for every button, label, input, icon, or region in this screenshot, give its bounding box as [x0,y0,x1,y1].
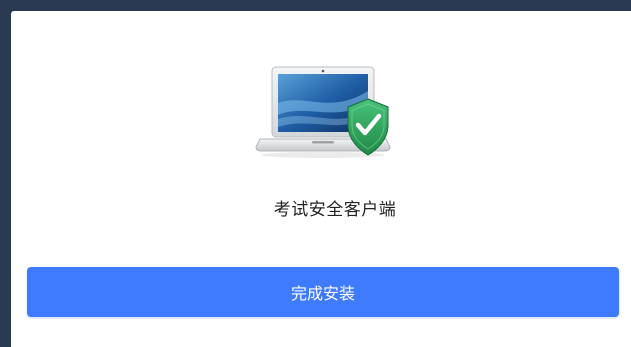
install-complete-dialog: 考试安全客户端 完成安装 [11,11,631,347]
laptop-shield-icon [255,66,391,158]
finish-install-button[interactable]: 完成安装 [27,267,619,317]
product-name: 考试安全客户端 [273,200,397,220]
